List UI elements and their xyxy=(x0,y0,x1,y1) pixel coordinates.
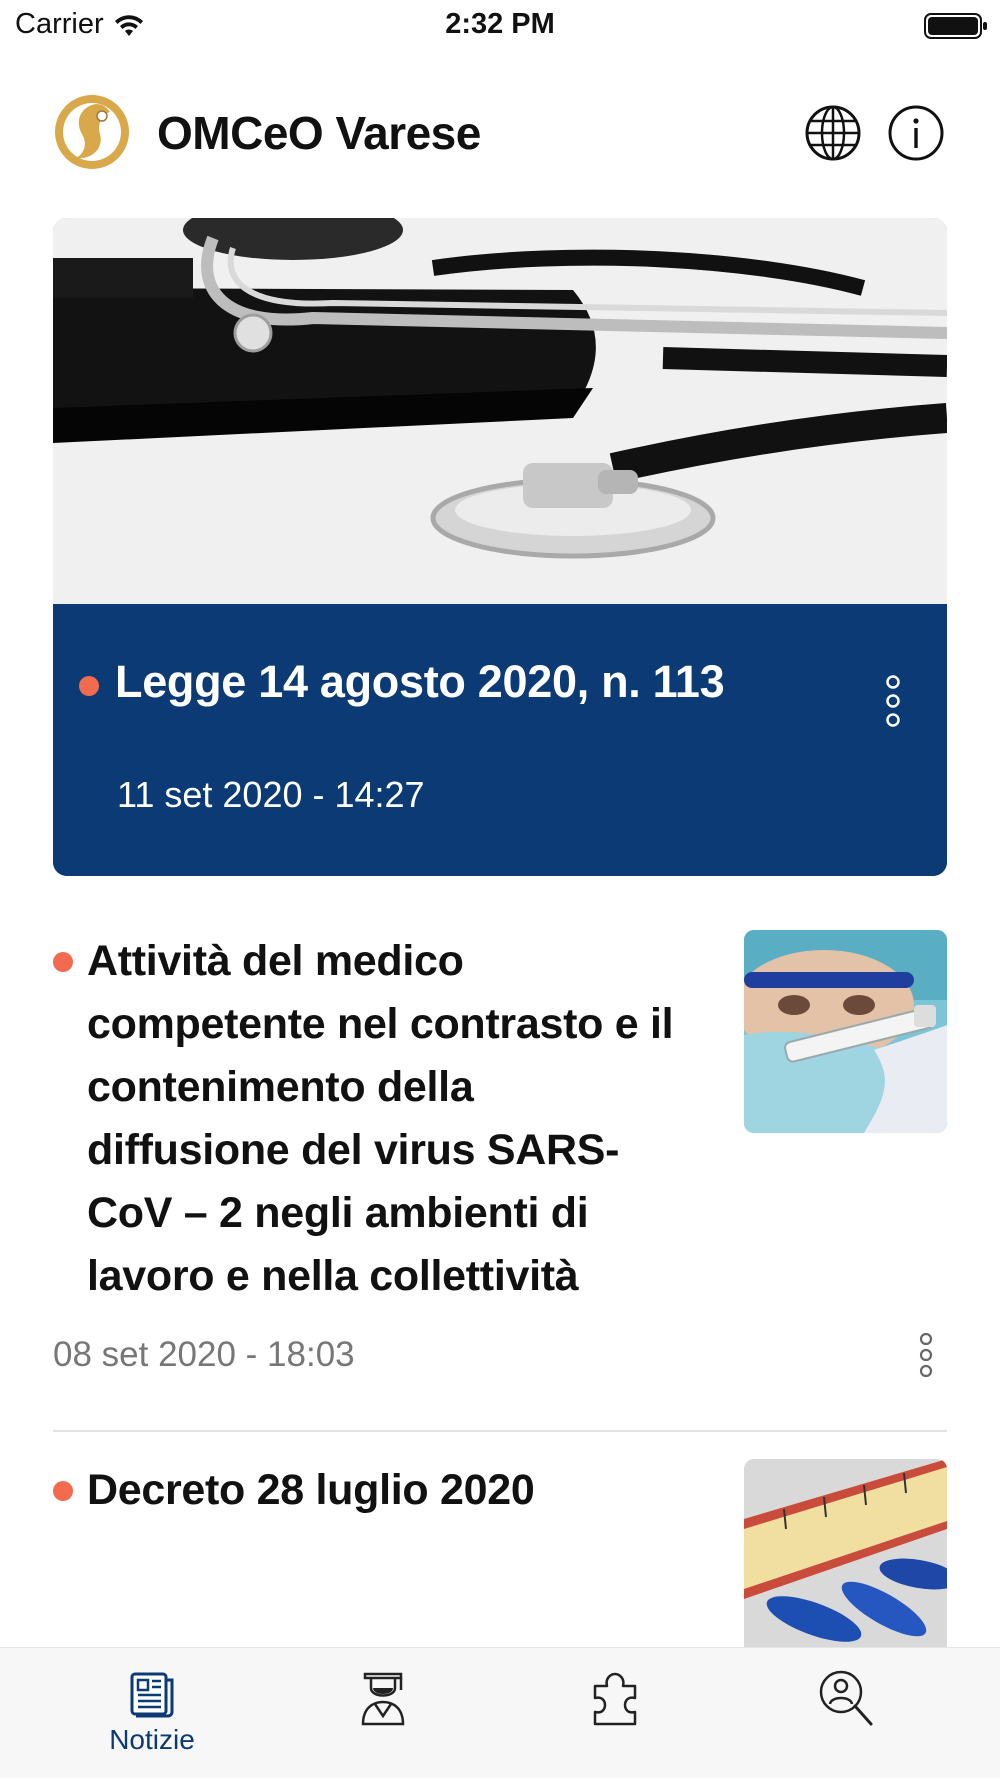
featured-body: Legge 14 agosto 2020, n. 113 11 set 2020… xyxy=(53,604,947,876)
news-item[interactable]: Decreto 28 luglio 2020 xyxy=(53,1459,947,1647)
news-date: 08 set 2020 - 18:03 xyxy=(53,1335,355,1374)
tape-measure-pills-image xyxy=(744,1459,947,1647)
featured-date: 11 set 2020 - 14:27 xyxy=(117,774,425,815)
unread-dot xyxy=(53,952,73,972)
unread-dot xyxy=(53,1481,73,1501)
featured-title: Legge 14 agosto 2020, n. 113 xyxy=(115,656,725,707)
tab-bar: Notizie xyxy=(0,1647,1000,1778)
status-bar: Carrier 2:32 PM xyxy=(0,0,1000,52)
tab-label: Notizie xyxy=(109,1724,195,1755)
news-thumbnail xyxy=(744,930,947,1133)
featured-image xyxy=(53,218,947,604)
newspaper-icon xyxy=(130,1672,174,1718)
puzzle-icon xyxy=(593,1672,637,1726)
status-time: 2:32 PM xyxy=(445,8,555,40)
more-options-icon[interactable] xyxy=(917,1332,935,1378)
tab-ricerca[interactable] xyxy=(722,1648,972,1778)
unread-dot xyxy=(79,676,99,696)
featured-news-card[interactable]: Legge 14 agosto 2020, n. 113 11 set 2020… xyxy=(53,218,947,876)
news-item[interactable]: Attività del medico competente nel contr… xyxy=(53,930,947,1390)
app-title: OMCeO Varese xyxy=(157,107,481,159)
news-title: Decreto 28 luglio 2020 xyxy=(87,1466,535,1514)
list-divider xyxy=(53,1430,947,1432)
tab-notizie[interactable]: Notizie xyxy=(27,1648,277,1778)
search-person-icon xyxy=(819,1670,873,1726)
info-icon[interactable] xyxy=(887,104,945,162)
globe-icon[interactable] xyxy=(804,104,862,162)
coronavirus-test-image xyxy=(744,930,947,1133)
more-options-icon[interactable] xyxy=(883,674,903,728)
tab-servizi[interactable] xyxy=(490,1648,740,1778)
app-header: OMCeO Varese xyxy=(0,80,1000,190)
news-title: Attività del medico competente nel contr… xyxy=(87,937,674,1300)
omceo-logo-icon xyxy=(55,95,129,169)
battery-icon xyxy=(924,13,987,39)
graduate-icon xyxy=(361,1672,405,1726)
stethoscope-image xyxy=(53,218,947,604)
tab-formazione[interactable] xyxy=(258,1648,508,1778)
news-thumbnail xyxy=(744,1459,947,1647)
